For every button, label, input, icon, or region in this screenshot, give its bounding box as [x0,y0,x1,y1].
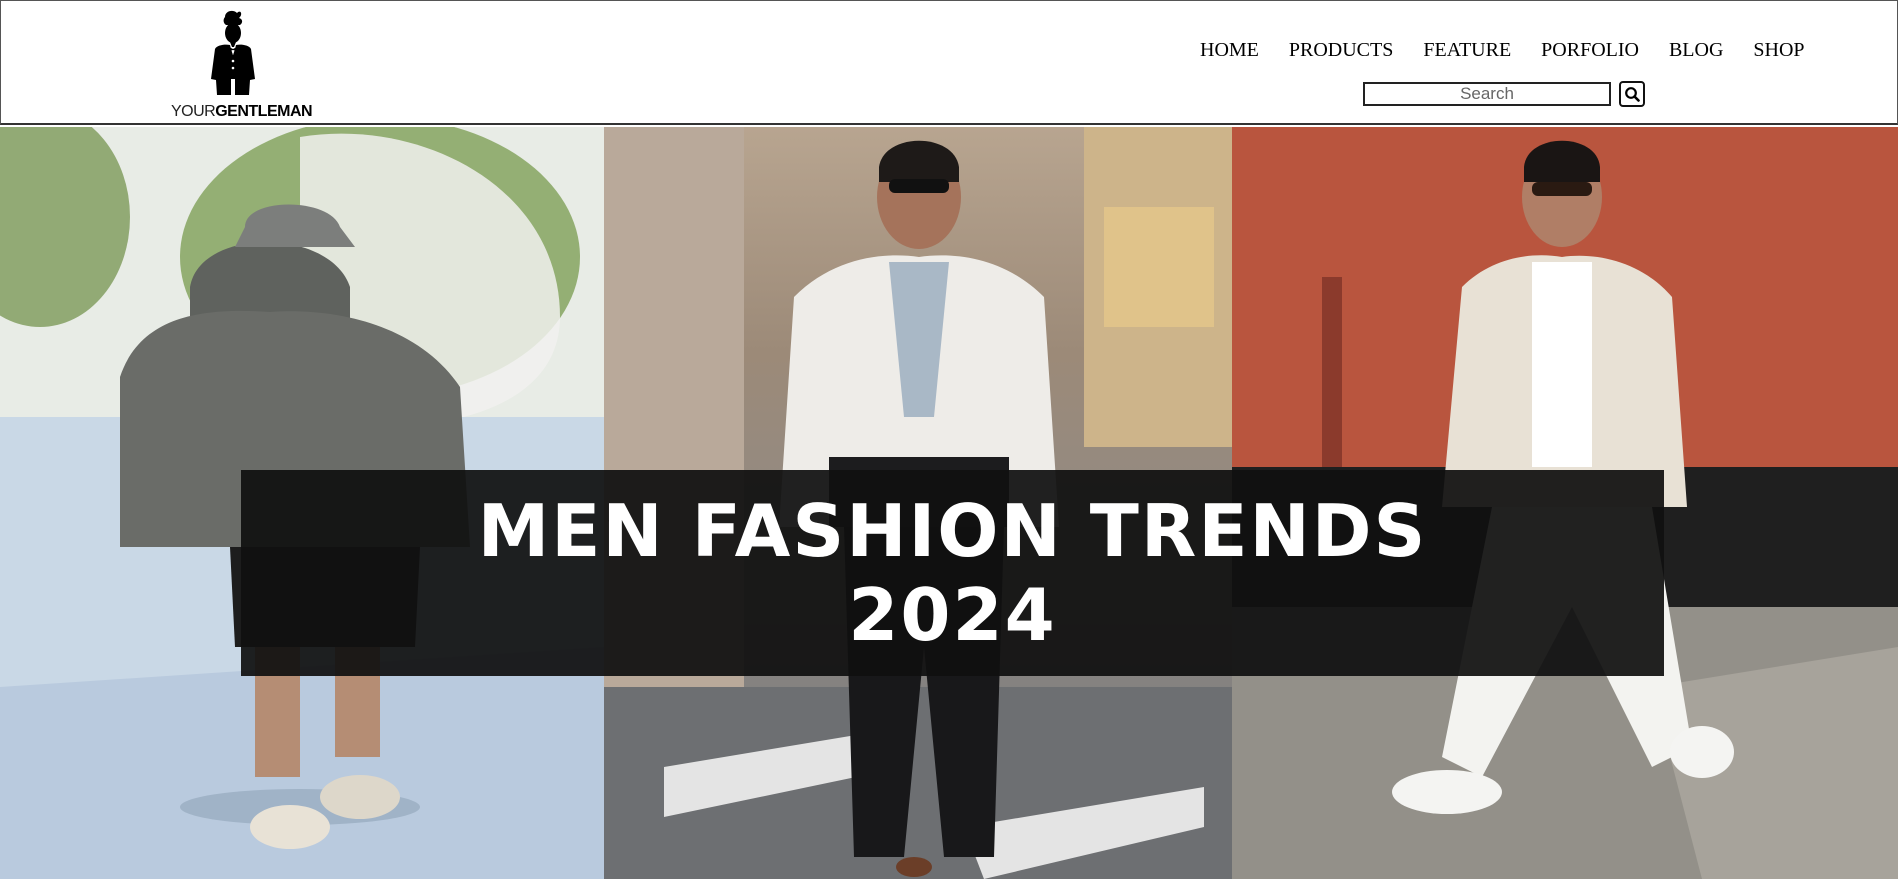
hero-title-line2: 2024 [848,573,1057,657]
hero-title-line1: MEN FASHION TRENDS [477,489,1428,573]
nav-portfolio[interactable]: PORFOLIO [1541,39,1639,62]
gentleman-logo-icon [211,10,255,95]
main-nav: HOME PRODUCTS FEATURE PORFOLIO BLOG SHOP [1200,39,1835,62]
site-header: YOURGENTLEMAN HOME PRODUCTS FEATURE PORF… [0,0,1898,125]
nav-shop[interactable]: SHOP [1753,39,1804,62]
search-input[interactable] [1363,82,1611,106]
hero-title-overlay: MEN FASHION TRENDS 2024 [241,470,1664,676]
nav-feature[interactable]: FEATURE [1423,39,1511,62]
nav-products[interactable]: PRODUCTS [1289,39,1393,62]
search-bar [1363,81,1645,107]
nav-blog[interactable]: BLOG [1669,39,1723,62]
hero-banner: MEN FASHION TRENDS 2024 [0,127,1898,879]
search-button[interactable] [1619,81,1645,107]
search-icon [1625,87,1640,102]
logo-text-bold: GENTLEMAN [215,103,313,120]
logo-wordmark: YOURGENTLEMAN [171,103,313,121]
logo[interactable]: YOURGENTLEMAN [169,9,313,121]
logo-text-light: YOUR [171,103,216,120]
nav-home[interactable]: HOME [1200,39,1259,62]
